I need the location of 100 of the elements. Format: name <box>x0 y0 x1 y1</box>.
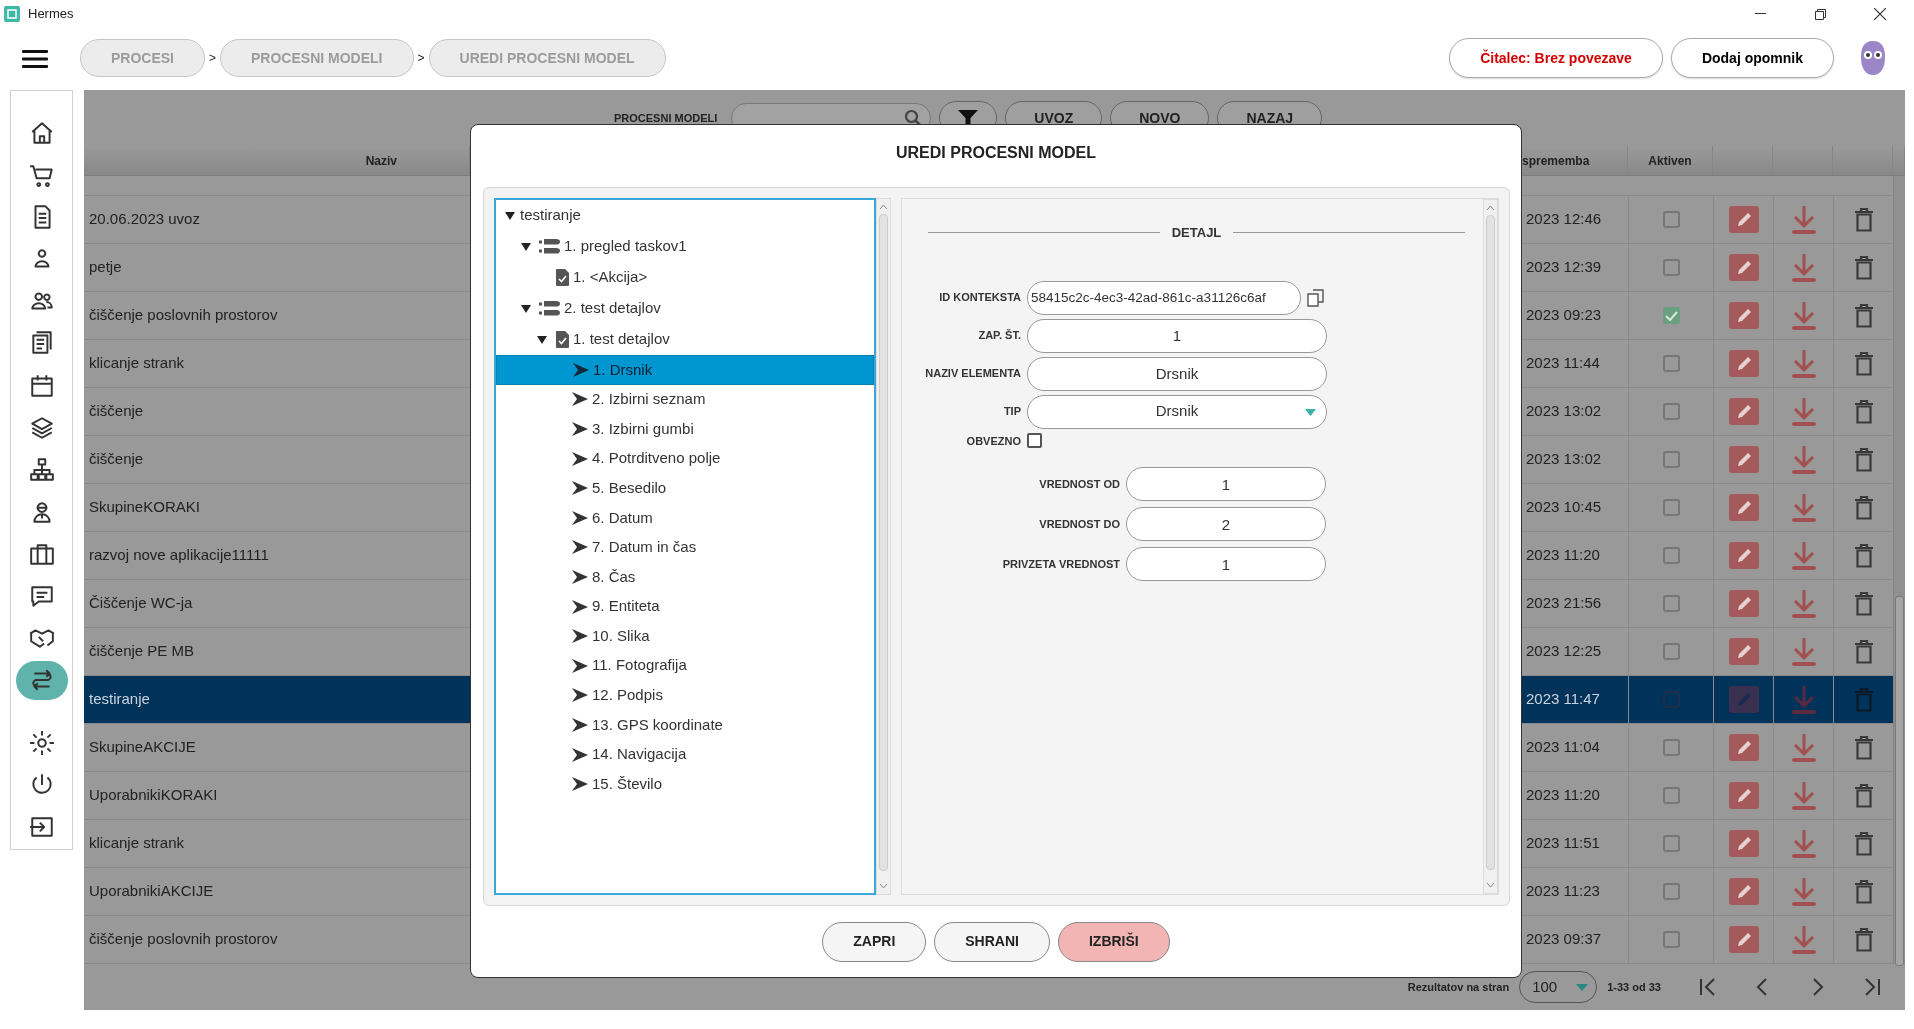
tree-item[interactable]: 12. Podpis <box>496 680 874 711</box>
edit-icon[interactable] <box>1728 446 1759 473</box>
trash-icon[interactable] <box>1853 591 1874 616</box>
expanded-triangle-icon[interactable] <box>521 303 531 314</box>
field-label: ZAP. ŠT. <box>977 328 1021 344</box>
tree-item[interactable]: 8. Čas <box>496 562 874 592</box>
tree-item[interactable]: 2. test detajlov <box>496 293 874 324</box>
table-cell-text: 2023 10:45 <box>1526 497 1602 518</box>
checkbox[interactable] <box>1662 595 1680 612</box>
checkbox[interactable] <box>1662 307 1680 324</box>
expanded-triangle-icon[interactable] <box>537 334 547 345</box>
trash-icon[interactable] <box>1853 303 1874 328</box>
tree-item[interactable]: 1. test detajlov <box>496 324 874 355</box>
trash-icon[interactable] <box>1853 879 1874 904</box>
checkbox[interactable] <box>1027 433 1042 449</box>
tree-item[interactable]: 4. Potrditveno polje <box>496 443 874 474</box>
input-field[interactable]: 2 <box>1126 507 1326 541</box>
tree-item[interactable]: 15. Število <box>496 769 874 799</box>
edit-icon[interactable] <box>1728 206 1759 233</box>
edit-icon[interactable] <box>1728 494 1759 521</box>
dialog-button[interactable]: SHRANI <box>934 921 1050 962</box>
tree-item[interactable]: 1. Drsnik <box>496 355 874 385</box>
copy-icon[interactable] <box>1307 288 1325 307</box>
checkbox[interactable] <box>1662 787 1680 804</box>
sidebar-item[interactable] <box>15 660 68 701</box>
tree-label: 12. Podpis <box>592 685 663 706</box>
table-cell-text: 2023 21:56 <box>1526 593 1602 614</box>
checkbox[interactable] <box>1662 451 1680 468</box>
page-range-text: 1-33 od 33 <box>1607 979 1661 995</box>
trash-icon[interactable] <box>1853 927 1874 952</box>
tree-item[interactable]: 7. Datum in čas <box>496 532 874 563</box>
trash-icon[interactable] <box>1853 255 1874 280</box>
avatar-icon[interactable] <box>1858 39 1888 77</box>
trash-icon[interactable] <box>1853 399 1874 424</box>
edit-icon[interactable] <box>1728 350 1759 377</box>
trash-icon[interactable] <box>1853 783 1874 808</box>
tree-item[interactable]: 3. Izbirni gumbi <box>496 414 874 444</box>
trash-icon[interactable] <box>1853 495 1874 520</box>
tree-item[interactable]: 1. <Akcija> <box>496 262 874 293</box>
tree-item[interactable]: 11. Fotografija <box>496 650 874 681</box>
edit-icon[interactable] <box>1728 542 1759 569</box>
scroll-up-icon[interactable] <box>879 203 888 210</box>
tree-item[interactable]: 10. Slika <box>496 621 874 651</box>
edit-icon[interactable] <box>1728 590 1759 617</box>
tree-item[interactable]: 14. Navigacija <box>496 739 874 770</box>
edit-icon[interactable] <box>1728 302 1759 329</box>
edit-icon[interactable] <box>1728 734 1759 761</box>
table-cell-text: UporabnikiAKCIJE <box>89 881 214 902</box>
edit-icon[interactable] <box>1728 782 1759 809</box>
trash-icon[interactable] <box>1853 207 1874 232</box>
tree-item[interactable]: 2. Izbirni seznam <box>496 384 874 415</box>
tree-item[interactable]: 13. GPS koordinate <box>496 710 874 740</box>
reader-status-button[interactable]: Čitalec: Brez povezave <box>1449 38 1663 78</box>
checkbox[interactable] <box>1662 259 1680 276</box>
edit-icon[interactable] <box>1728 878 1759 905</box>
table-cell-text: razvoj nove aplikacije11111 <box>89 545 269 566</box>
add-reminder-button[interactable]: Dodaj opomnik <box>1670 38 1834 78</box>
edit-icon[interactable] <box>1728 254 1759 281</box>
scroll-down-icon[interactable] <box>1486 882 1495 889</box>
tree-item[interactable]: testiranje <box>496 200 874 231</box>
input-field[interactable]: 1 <box>1126 547 1326 581</box>
dialog-button[interactable]: ZAPRI <box>822 921 927 962</box>
checkbox[interactable] <box>1662 835 1680 852</box>
checkbox[interactable] <box>1662 739 1680 756</box>
trash-icon[interactable] <box>1853 543 1874 568</box>
delete-button[interactable]: IZBRIŠI <box>1057 921 1170 962</box>
type-dropdown[interactable]: Drsnik <box>1027 394 1327 429</box>
tree-item[interactable]: 9. Entiteta <box>496 591 874 622</box>
trash-icon[interactable] <box>1853 735 1874 760</box>
restore-icon <box>1814 8 1826 20</box>
scroll-up-icon[interactable] <box>1486 204 1495 211</box>
edit-icon[interactable] <box>1728 926 1759 953</box>
scroll-down-icon[interactable] <box>879 883 888 890</box>
edit-icon[interactable] <box>1728 398 1759 425</box>
checkbox[interactable] <box>1662 211 1680 228</box>
scrollbar[interactable] <box>1893 176 1905 964</box>
table-cell-text: 2023 11:20 <box>1526 785 1600 806</box>
trash-icon[interactable] <box>1853 351 1874 376</box>
trash-icon[interactable] <box>1853 639 1874 664</box>
expanded-triangle-icon[interactable] <box>521 241 531 252</box>
checkbox[interactable] <box>1662 643 1680 660</box>
checkbox[interactable] <box>1662 403 1680 420</box>
tree-item[interactable]: 1. pregled taskov1 <box>496 231 874 262</box>
checkbox[interactable] <box>1662 883 1680 900</box>
expanded-triangle-icon[interactable] <box>505 210 515 221</box>
input-field[interactable]: 58415c2c-4ec3-42ad-861c-a31126c6af <box>1027 280 1301 315</box>
checkbox[interactable] <box>1662 499 1680 516</box>
checkbox[interactable] <box>1662 355 1680 372</box>
edit-icon[interactable] <box>1728 830 1759 857</box>
input-field[interactable]: 1 <box>1027 318 1327 353</box>
tree-item[interactable]: 5. Besedilo <box>496 473 874 503</box>
checkbox[interactable] <box>1662 931 1680 948</box>
input-field[interactable]: 1 <box>1126 467 1326 501</box>
edit-icon[interactable] <box>1728 638 1759 665</box>
checkbox[interactable] <box>1662 691 1680 708</box>
checkbox[interactable] <box>1662 547 1680 564</box>
trash-icon[interactable] <box>1853 447 1874 472</box>
trash-icon[interactable] <box>1853 831 1874 856</box>
tree-item[interactable]: 6. Datum <box>496 502 874 533</box>
input-field[interactable]: Drsnik <box>1027 356 1327 391</box>
